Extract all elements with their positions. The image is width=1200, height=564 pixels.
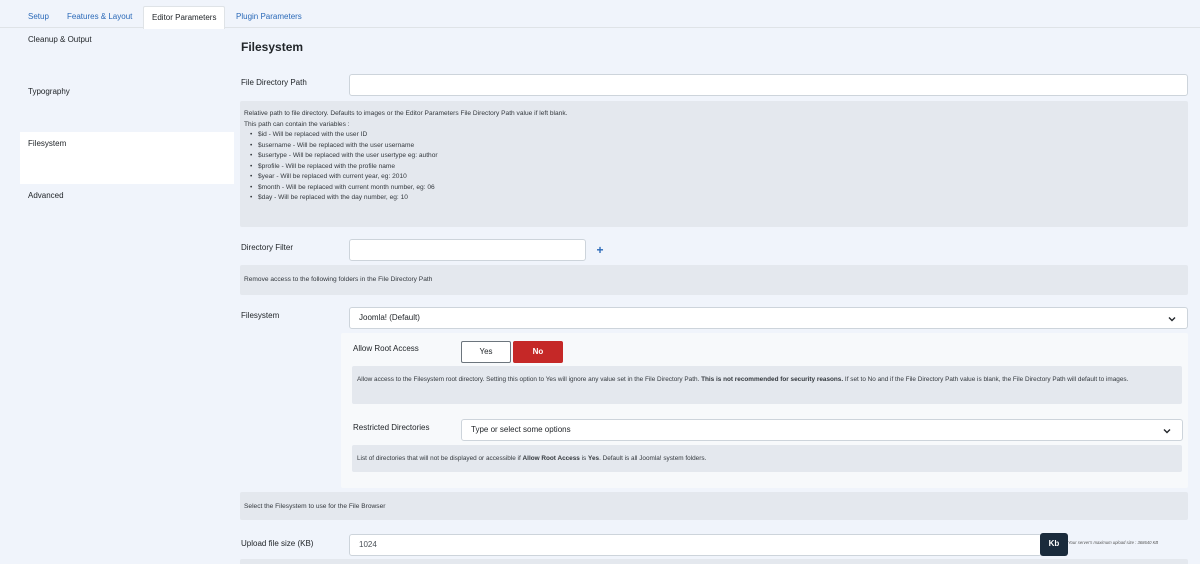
sidebar-item-filesystem[interactable]: Filesystem (20, 132, 234, 184)
allow-root-description: Allow access to the Filesystem root dire… (352, 366, 1182, 404)
chevron-down-icon (1167, 312, 1177, 322)
tab-plugin-parameters[interactable]: Plugin Parameters (228, 6, 310, 28)
allow-root-yes-button[interactable]: Yes (461, 341, 511, 363)
restricted-desc-b: is (581, 455, 587, 462)
tab-editor-parameters[interactable]: Editor Parameters (143, 6, 226, 29)
list-item: $profile - Will be replaced with the pro… (244, 162, 1184, 173)
directory-filter-description: Remove access to the following folders i… (240, 265, 1188, 295)
allow-root-no-button[interactable]: No (513, 341, 563, 363)
upload-file-size-label: Upload file size (KB) (241, 539, 314, 548)
upload-file-size-input[interactable]: 1024 (349, 534, 1042, 556)
file-directory-path-desc-intro: Relative path to file directory. Default… (244, 110, 568, 117)
filesystem-select[interactable]: Joomla! (Default) (349, 307, 1188, 329)
sidebar-item-cleanup-output[interactable]: Cleanup & Output (20, 28, 234, 80)
restricted-desc-strong2: Yes (588, 455, 600, 462)
tab-bar: Setup Features & Layout Editor Parameter… (0, 0, 1200, 29)
restricted-desc-strong: Allow Root Access (522, 455, 580, 462)
kb-unit-button: Kb (1040, 533, 1068, 556)
tab-features-layout[interactable]: Features & Layout (59, 6, 140, 28)
variables-list: $id - Will be replaced with the user ID … (244, 130, 1184, 204)
sidebar-item-typography[interactable]: Typography (20, 80, 234, 132)
list-item: $month - Will be replaced with current m… (244, 183, 1184, 194)
tab-setup[interactable]: Setup (20, 6, 57, 28)
file-directory-path-input[interactable] (349, 74, 1188, 96)
main-panel: Filesystem File Directory Path Relative … (234, 28, 1200, 564)
restricted-desc-c: . Default is all Joomla! system folders. (599, 455, 707, 462)
upload-file-size-description (240, 559, 1188, 564)
directory-filter-desc-text: Remove access to the following folders i… (244, 276, 433, 283)
filesystem-label: Filesystem (241, 311, 280, 320)
restricted-desc-a: List of directories that will not be dis… (357, 455, 521, 462)
file-directory-path-description: Relative path to file directory. Default… (240, 101, 1188, 227)
max-upload-hint: Your server's maximum upload size : 3686… (1068, 540, 1159, 545)
list-item: $username - Will be replaced with the us… (244, 141, 1184, 152)
allow-root-desc-warning: This is not recommended for security rea… (701, 376, 844, 383)
directory-filter-input[interactable] (349, 239, 586, 261)
restricted-directories-placeholder: Type or select some options (471, 425, 571, 434)
list-item: $day - Will be replaced with the day num… (244, 193, 1184, 204)
list-item: $year - Will be replaced with current ye… (244, 172, 1184, 183)
filesystem-desc-text: Select the Filesystem to use for the Fil… (244, 503, 386, 510)
filesystem-description: Select the Filesystem to use for the Fil… (240, 492, 1188, 520)
allow-root-desc-a: Allow access to the Filesystem root dire… (357, 376, 700, 383)
list-item: $usertype - Will be replaced with the us… (244, 151, 1184, 162)
page-title: Filesystem (241, 40, 304, 54)
chevron-down-icon (1162, 424, 1172, 434)
file-directory-path-label: File Directory Path (241, 78, 307, 87)
sidebar-item-advanced[interactable]: Advanced (20, 184, 234, 236)
directory-filter-label: Directory Filter (241, 243, 294, 252)
file-directory-path-desc-vars-intro: This path can contain the variables : (244, 120, 350, 128)
restricted-directories-label: Restricted Directories (353, 423, 430, 432)
allow-root-access-label: Allow Root Access (353, 344, 419, 353)
allow-root-desc-b: If set to No and if the File Directory P… (844, 376, 1129, 383)
restricted-directories-select[interactable]: Type or select some options (461, 419, 1183, 441)
list-item: $id - Will be replaced with the user ID (244, 130, 1184, 141)
restricted-directories-description: List of directories that will not be dis… (352, 445, 1182, 472)
add-directory-filter-icon[interactable]: + (593, 243, 607, 257)
filesystem-selected-value: Joomla! (Default) (359, 313, 420, 322)
filesystem-options-panel: Allow Root Access Yes No Allow access to… (341, 333, 1188, 488)
